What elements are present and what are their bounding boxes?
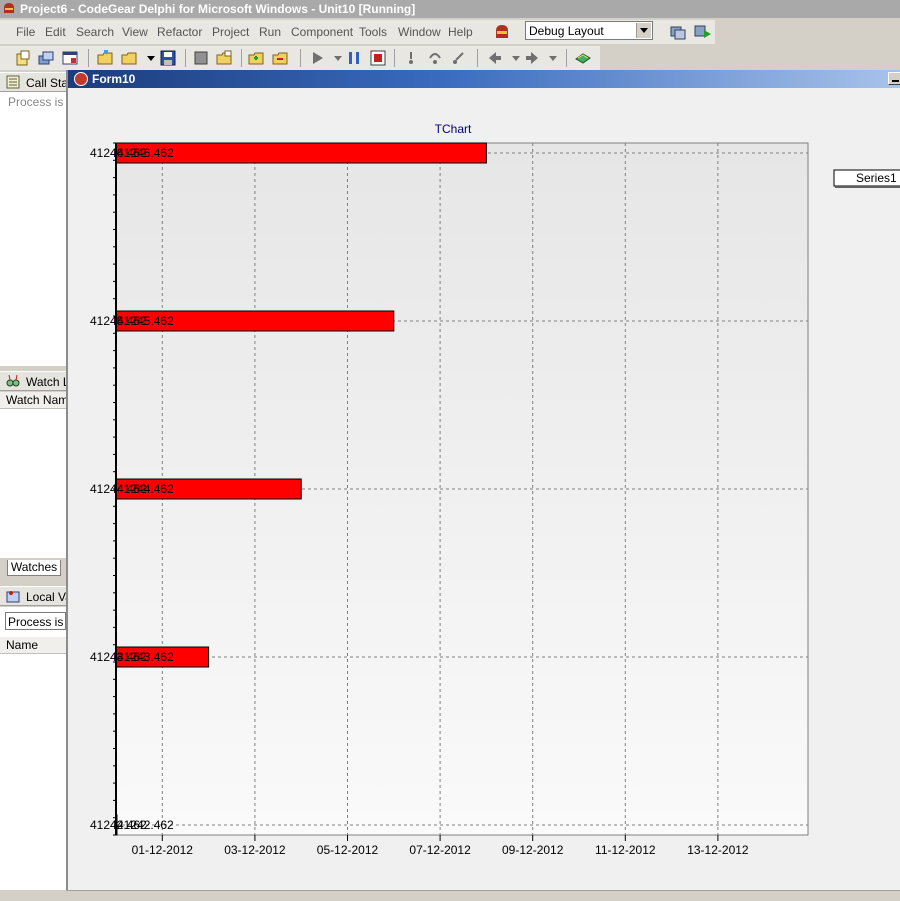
open-project-icon[interactable] [38,50,54,66]
open-file-icon[interactable] [97,50,113,66]
program-reset-icon[interactable] [370,50,386,66]
watch-list-panel: Watch Name [0,392,66,558]
menu-help[interactable]: Help [448,25,473,39]
chevron-down-icon[interactable] [508,50,524,66]
remove-from-project-icon[interactable] [272,50,288,66]
local-variables-header[interactable]: Local Va [0,586,66,606]
watch-list-header[interactable]: Watch L [0,371,66,391]
call-stack-status: Process is no [8,95,66,109]
chevron-down-icon[interactable] [330,50,346,66]
local-variables-panel: Process is no Name [0,607,66,890]
delphi-helmet-icon [4,3,14,13]
toolbar-separator [185,49,186,67]
local-name-column[interactable]: Name [0,637,66,654]
call-stack-title: Call Stac [26,76,66,90]
form10-window: Form10 TChart 41242.462 41242.462 41243.46… [66,70,900,890]
x-tick-label: 07-12-2012 [409,843,471,857]
x-axis-labels: 01-12-2012 03-12-2012 05-12-2012 07-12-2012… [132,835,749,857]
local-variables-context-select[interactable]: Process is no [5,612,66,630]
tchart: TChart 41242.46241242.46241243.46241243.… [90,122,900,857]
toolbar-separator [300,49,301,67]
menu-file[interactable]: File [16,25,35,39]
pause-icon[interactable] [346,50,362,66]
open-project-folder-icon[interactable] [216,50,232,66]
x-tick-label: 05-12-2012 [317,843,379,857]
chevron-down-icon[interactable] [636,23,651,38]
x-tick-label: 01-12-2012 [132,843,194,857]
x-tick-label: 11-12-2012 [595,843,656,857]
toolbar-separator [566,49,567,67]
local-variables-title: Local Va [26,590,66,604]
bar-mark-label: 41243.462 [117,650,174,664]
chevron-down-icon[interactable] [545,50,561,66]
ide-title-bar: Project6 - CodeGear Delphi for Microsoft… [0,0,900,18]
menu-view[interactable]: View [122,25,148,39]
chart-title: TChart [435,122,472,136]
window-list-icon[interactable] [62,50,78,66]
chart-legend: Series1 [833,169,900,188]
chevron-down-icon[interactable] [143,50,159,66]
x-tick-label: 13-12-2012 [687,843,749,857]
toolbar-separator [88,49,89,67]
toolbar-separator [394,49,395,67]
bar-mark-label: 41246.462 [117,146,174,160]
menu-tools[interactable]: Tools [359,25,387,39]
save-all-icon[interactable] [193,50,209,66]
menu-window[interactable]: Window [398,25,441,39]
watch-name-column[interactable]: Watch Name [0,392,66,409]
save-desktop-icon[interactable] [670,24,686,40]
set-debug-desktop-icon[interactable] [694,24,712,40]
menu-project[interactable]: Project [212,25,249,39]
x-tick-label: 09-12-2012 [502,843,564,857]
delphi-helmet-icon[interactable] [493,23,511,41]
call-stack-panel: Process is no [0,92,66,366]
forward-arrow-icon[interactable] [524,50,540,66]
step-over-icon[interactable] [427,50,443,66]
save-icon[interactable] [160,50,176,66]
watch-glasses-icon [6,374,20,387]
call-stack-header[interactable]: Call Stac [0,72,66,92]
status-strip [66,890,900,901]
menu-run[interactable]: Run [259,25,281,39]
run-icon[interactable] [310,50,326,66]
new-items-icon[interactable] [15,50,31,66]
back-arrow-icon[interactable] [487,50,503,66]
watch-list-title: Watch L [26,375,66,389]
open-folder-icon[interactable] [121,50,137,66]
main-toolbar [0,46,600,70]
desktop-layout-select[interactable]: Debug Layout [525,21,653,40]
run-until-return-icon[interactable] [450,50,466,66]
local-variables-icon [6,591,20,603]
menu-edit[interactable]: Edit [45,25,66,39]
local-variables-status: Process is no [8,615,66,629]
ide-title-text: Project6 - CodeGear Delphi for Microsoft… [20,2,416,16]
bar-mark-label: 41242.462 [117,818,174,832]
menu-component[interactable]: Component [291,25,353,39]
call-stack-icon [6,75,20,89]
desktop-layout-value: Debug Layout [529,24,604,38]
tab-watches[interactable]: Watches [7,560,61,576]
toolbar-separator [477,49,478,67]
menu-search[interactable]: Search [76,25,114,39]
legend-entry-series1: Series1 [856,171,897,185]
x-tick-label: 03-12-2012 [224,843,286,857]
add-to-project-icon[interactable] [248,50,264,66]
bar-mark-label: 41244.462 [117,482,174,496]
menu-refactor[interactable]: Refactor [157,25,202,39]
help-book-icon[interactable] [575,50,591,66]
bar-mark-label: 41245.462 [117,314,174,328]
trace-into-icon[interactable] [403,50,419,66]
toolbar-separator [241,49,242,67]
